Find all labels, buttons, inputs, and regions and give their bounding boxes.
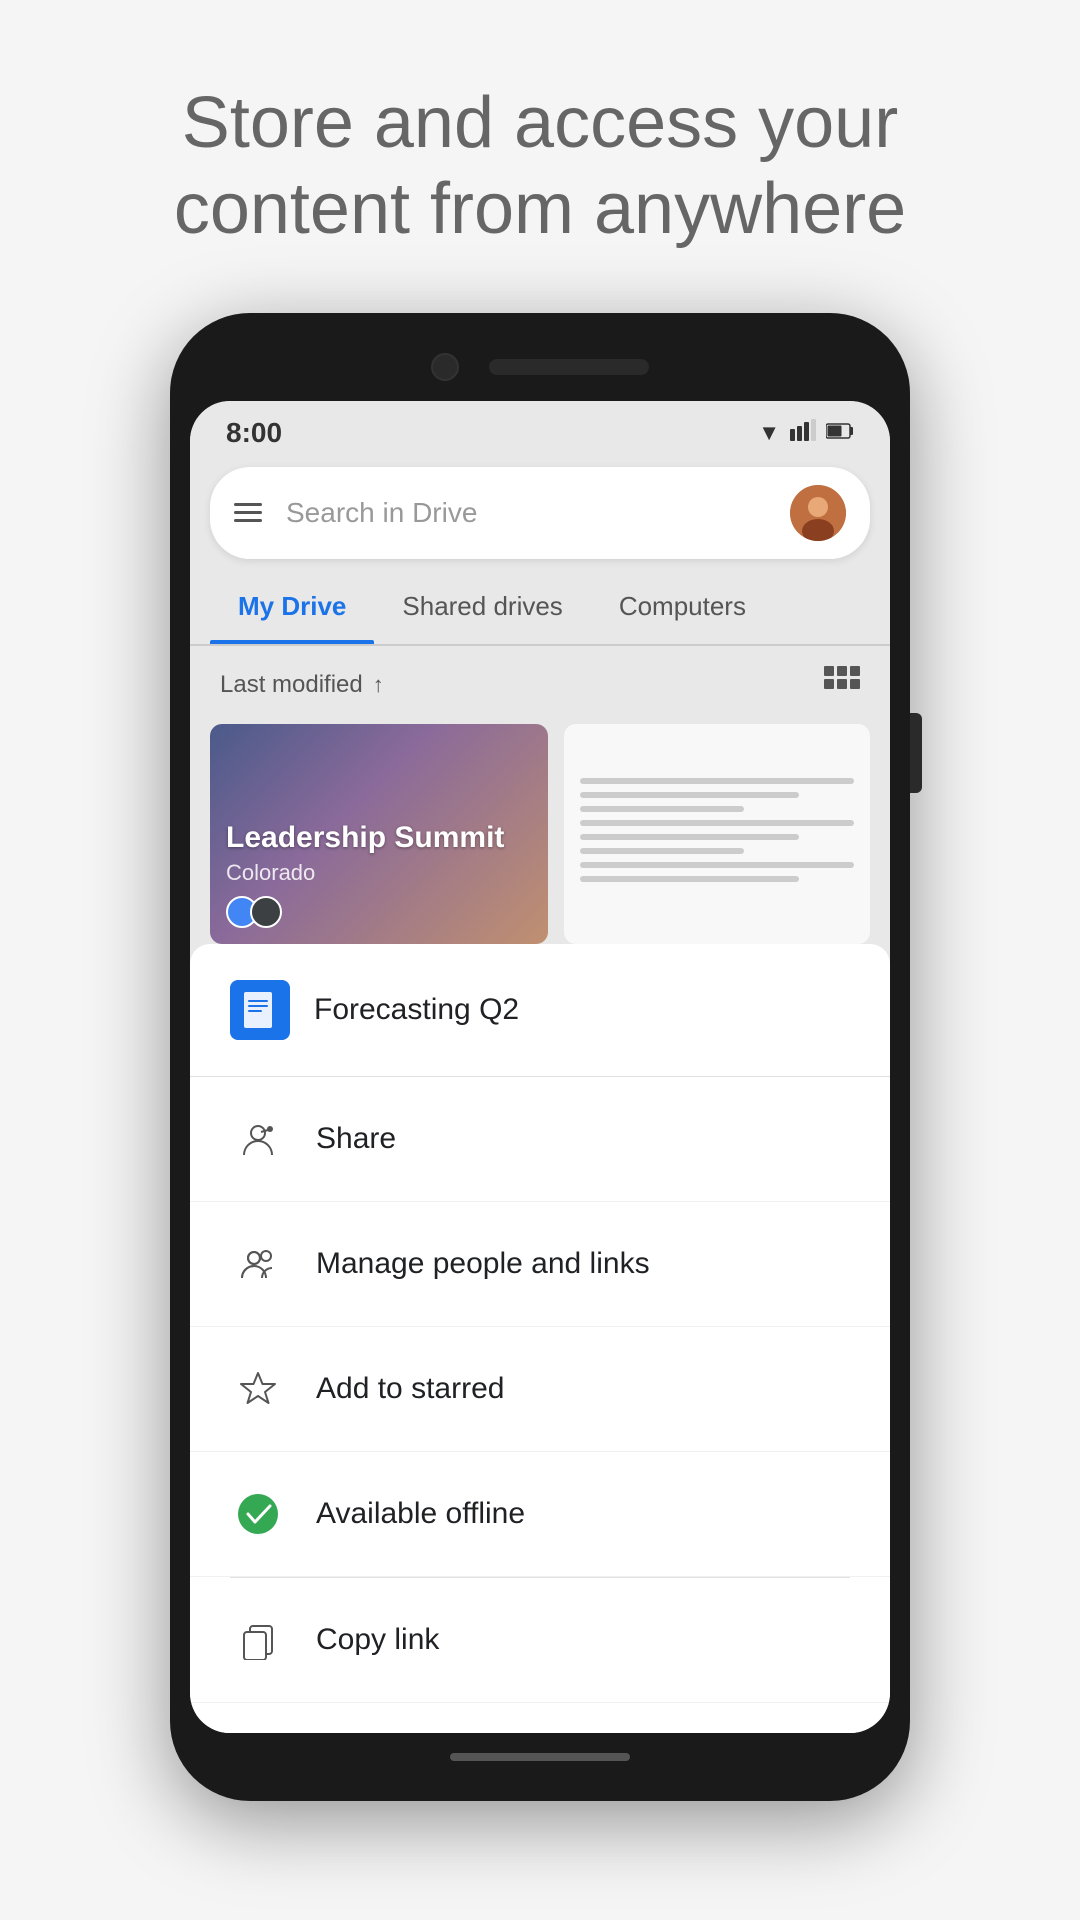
mini-avatar-2 [250, 896, 282, 928]
tab-computers[interactable]: Computers [591, 569, 774, 644]
star-icon [230, 1361, 286, 1417]
view-toggle-icon[interactable] [824, 666, 860, 704]
tabs-container: My Drive Shared drives Computers [190, 569, 890, 644]
doc-line-3 [580, 806, 744, 812]
leadership-title: Leadership Summit [226, 820, 532, 856]
doc-line-2 [580, 792, 799, 798]
tab-my-drive[interactable]: My Drive [210, 569, 374, 644]
file-card-document[interactable] [564, 724, 870, 944]
doc-line-4 [580, 820, 854, 826]
hamburger-icon[interactable] [234, 503, 262, 522]
share-label: Share [316, 1122, 396, 1156]
wifi-icon: ▼ [758, 420, 780, 446]
sheet-bottom-space [190, 1703, 890, 1733]
sort-arrow-icon: ↑ [373, 672, 384, 698]
check-circle-icon [230, 1486, 286, 1542]
doc-line-1 [580, 778, 854, 784]
doc-line-6 [580, 848, 744, 854]
sort-bar: Last modified ↑ [190, 646, 890, 724]
sort-label-text: Last modified [220, 671, 363, 699]
doc-line-8 [580, 876, 799, 882]
sheet-file-icon [230, 980, 290, 1040]
phone-body: 8:00 ▼ [170, 313, 910, 1801]
phone-screen: 8:00 ▼ [190, 401, 890, 1733]
phone-camera [431, 353, 459, 381]
leadership-subtitle: Colorado [226, 860, 532, 886]
search-bar[interactable]: Search in Drive [210, 467, 870, 559]
tab-shared-drives[interactable]: Shared drives [374, 569, 590, 644]
menu-item-available-offline[interactable]: Available offline [190, 1452, 890, 1577]
sheet-file-name: Forecasting Q2 [314, 993, 519, 1027]
side-button [910, 713, 922, 793]
leadership-bottom [226, 896, 532, 928]
available-offline-label: Available offline [316, 1497, 525, 1531]
share-icon [230, 1111, 286, 1167]
status-icons: ▼ [758, 419, 854, 447]
add-starred-label: Add to starred [316, 1372, 504, 1406]
home-indicator [450, 1753, 630, 1761]
signal-icon [790, 419, 816, 447]
hero-text: Store and access your content from anywh… [0, 0, 1080, 313]
doc-preview [564, 762, 870, 906]
menu-item-copy-link[interactable]: Copy link [190, 1578, 890, 1703]
copy-icon [230, 1612, 286, 1668]
phone-top [190, 343, 890, 401]
copy-link-label: Copy link [316, 1623, 439, 1657]
bottom-sheet: Forecasting Q2 Share [190, 944, 890, 1733]
search-placeholder: Search in Drive [286, 497, 790, 529]
status-time: 8:00 [226, 417, 282, 449]
file-card-leadership[interactable]: Leadership Summit Colorado [210, 724, 548, 944]
files-grid: Leadership Summit Colorado [190, 724, 890, 944]
avatar[interactable] [790, 485, 846, 541]
battery-icon [826, 420, 854, 446]
doc-line-5 [580, 834, 799, 840]
status-bar: 8:00 ▼ [190, 401, 890, 457]
people-icon [230, 1236, 286, 1292]
phone-bottom [190, 1733, 890, 1771]
manage-people-label: Manage people and links [316, 1247, 650, 1281]
phone-speaker [489, 359, 649, 375]
menu-item-add-starred[interactable]: Add to starred [190, 1327, 890, 1452]
menu-item-share[interactable]: Share [190, 1077, 890, 1202]
sheet-file-header: Forecasting Q2 [190, 944, 890, 1077]
doc-line-7 [580, 862, 854, 868]
phone-wrapper: 8:00 ▼ [0, 313, 1080, 1801]
menu-item-manage-people[interactable]: Manage people and links [190, 1202, 890, 1327]
sort-label[interactable]: Last modified ↑ [220, 671, 384, 699]
